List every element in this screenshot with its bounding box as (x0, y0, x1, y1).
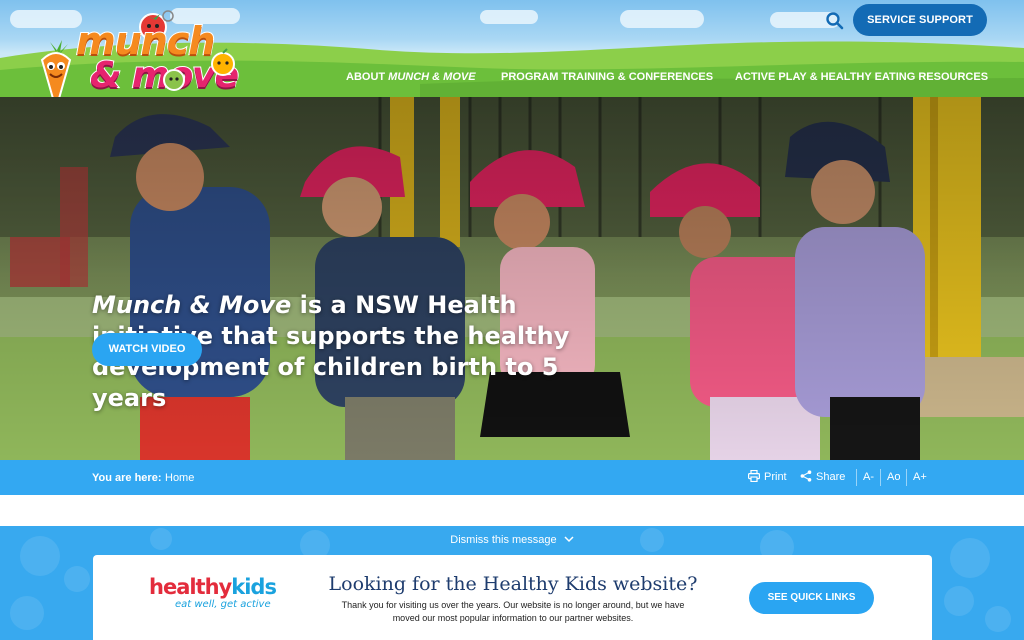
font-reset-button[interactable]: Ao (887, 470, 900, 485)
nav-about-brand: MUNCH & MOVE (388, 71, 476, 83)
toolbar-divider (906, 469, 907, 486)
healthy-kids-tagline: eat well, get active (175, 599, 271, 610)
breadcrumb-home-link[interactable]: Home (165, 471, 194, 485)
watch-video-button[interactable]: WATCH VIDEO (92, 333, 202, 366)
healthy-kids-logo: healthykids eat well, get active (149, 575, 279, 625)
nav-about-label: ABOUT (346, 71, 389, 83)
content-spacer (0, 495, 1024, 526)
dismiss-message-button[interactable]: Dismiss this message (0, 532, 1024, 548)
dismiss-label: Dismiss this message (450, 534, 557, 546)
nav-resources[interactable]: ACTIVE PLAY & HEALTHY EATING RESOURCES (735, 70, 988, 84)
see-quick-links-button[interactable]: SEE QUICK LINKS (749, 582, 874, 614)
healthy-kids-word-kids: kids (231, 575, 277, 599)
munch-and-move-logo[interactable]: munch & move (34, 6, 244, 97)
healthy-kids-notice: Dismiss this message healthykids eat wel… (0, 526, 1024, 640)
printer-icon (748, 469, 761, 483)
share-button[interactable]: Share (800, 470, 845, 485)
font-decrease-button[interactable]: A- (863, 470, 874, 485)
toolbar-divider (856, 469, 857, 486)
service-support-button[interactable]: SERVICE SUPPORT (853, 4, 987, 36)
chevron-down-icon (564, 536, 574, 543)
print-label: Print (764, 471, 787, 483)
toolbar-divider (880, 469, 881, 486)
share-label: Share (816, 471, 846, 483)
notice-title: Looking for the Healthy Kids website? (328, 573, 698, 595)
healthy-kids-wordmark: healthykids (149, 575, 277, 599)
pea-mascot-icon (163, 69, 185, 91)
breadcrumb-label: You are here: (92, 472, 162, 484)
print-button[interactable]: Print (748, 469, 787, 485)
hero-brand: Munch & Move (92, 291, 292, 319)
bubble-decoration (944, 586, 974, 616)
breadcrumb-bar: You are here: Home Print Share A- Ao A+ (0, 460, 1024, 495)
bubble-decoration (985, 606, 1011, 632)
font-increase-button[interactable]: A+ (913, 470, 927, 485)
notice-body: Thank you for visiting us over the years… (341, 600, 685, 623)
share-icon (800, 470, 812, 482)
carrot-mascot-icon (40, 40, 72, 97)
site-header: munch & move SERVICE SUPPORT ABOUT MUNCH… (0, 0, 1024, 97)
nav-program-training[interactable]: PROGRAM TRAINING & CONFERENCES (501, 70, 713, 84)
nav-about[interactable]: ABOUT MUNCH & MOVE (346, 70, 476, 84)
bubble-decoration (64, 566, 90, 592)
bubble-decoration (10, 596, 44, 630)
healthy-kids-word-healthy: healthy (149, 575, 232, 599)
orange-mascot-icon (211, 48, 235, 76)
notice-card: healthykids eat well, get active Looking… (93, 555, 932, 640)
hero-banner: Munch & Move is a NSW Health initiative … (0, 97, 1024, 460)
search-icon (826, 12, 844, 30)
search-button[interactable] (824, 10, 846, 32)
page: munch & move SERVICE SUPPORT ABOUT MUNCH… (0, 0, 1024, 640)
